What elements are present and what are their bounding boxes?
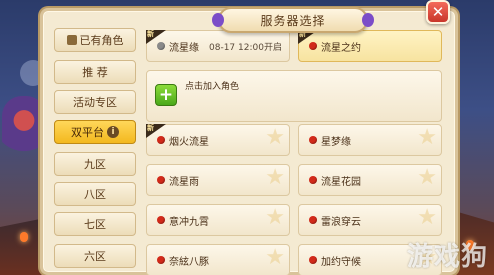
title-ornament-icon — [212, 13, 224, 27]
tab-label: 活动专区 — [73, 96, 117, 109]
open-date: 08-17 12:00开启 — [209, 42, 282, 53]
status-online-icon — [157, 256, 165, 264]
page-title: 服务器选择 — [260, 13, 326, 28]
tab-label: 双平台 — [71, 126, 104, 139]
star-icon: ★ — [265, 125, 285, 150]
status-online-icon — [309, 256, 317, 264]
info-icon[interactable]: i — [107, 126, 119, 138]
status-online-icon — [157, 176, 165, 184]
tab-label: 推 荐 — [82, 66, 108, 79]
server-card[interactable]: 星梦缘 ★ — [298, 124, 442, 156]
server-name: 加约守候 — [321, 256, 361, 268]
close-icon: ✕ — [431, 3, 445, 21]
tab-label: 已有角色 — [79, 34, 124, 47]
status-online-icon — [157, 136, 165, 144]
server-name: 流星缘 — [169, 42, 199, 54]
star-icon: ★ — [265, 245, 285, 270]
server-card-recent[interactable]: 新 流星缘 08-17 12:00开启 — [146, 30, 290, 62]
server-name: 流星雨 — [169, 176, 199, 188]
tab-recommended[interactable]: 推 荐 — [54, 60, 136, 84]
server-card[interactable]: 流星花园 ★ — [298, 164, 442, 196]
tab-zone-7[interactable]: 七区 — [54, 212, 136, 236]
server-card[interactable]: 意冲九霄 ★ — [146, 204, 290, 236]
user-icon — [66, 35, 77, 45]
status-offline-icon — [157, 42, 165, 50]
add-role-label: 点击加入角色 — [185, 82, 240, 92]
tab-events[interactable]: 活动专区 — [54, 90, 136, 114]
server-name: 流星之约 — [321, 42, 361, 54]
server-card[interactable]: 奈絃八豚 ★ — [146, 244, 290, 275]
tab-zone-8[interactable]: 八区 — [54, 182, 136, 206]
star-icon: ★ — [417, 165, 437, 190]
server-name: 奈絃八豚 — [169, 256, 209, 268]
star-icon: ★ — [265, 165, 285, 190]
add-role-card[interactable]: + 点击加入角色 — [146, 70, 442, 122]
server-card[interactable]: 新 烟火流星 ★ — [146, 124, 290, 156]
tab-existing-roles[interactable]: 已有角色 — [54, 28, 136, 52]
tab-label: 六区 — [84, 250, 106, 263]
status-online-icon — [309, 136, 317, 144]
server-name: 意冲九霄 — [169, 216, 209, 228]
server-name: 流星花园 — [321, 176, 361, 188]
tab-dual-platform[interactable]: 双平台 i — [54, 120, 136, 144]
title-plate: 服务器选择 — [212, 7, 374, 33]
status-online-icon — [309, 216, 317, 224]
server-name: 烟火流星 — [169, 136, 209, 148]
server-list: 新 流星缘 08-17 12:00开启 新 流星之约 + 点击加入角色 新 烟火… — [146, 26, 446, 275]
status-online-icon — [309, 42, 317, 50]
tab-label: 七区 — [84, 218, 106, 231]
plus-icon[interactable]: + — [155, 84, 177, 106]
tab-label: 八区 — [84, 188, 106, 201]
star-icon: ★ — [417, 125, 437, 150]
server-name: 星梦缘 — [321, 136, 351, 148]
server-card-recent[interactable]: 新 流星之约 — [298, 30, 442, 62]
star-icon: ★ — [265, 205, 285, 230]
watermark: 游戏狗 — [406, 242, 488, 272]
close-button[interactable]: ✕ — [426, 0, 450, 24]
server-card[interactable]: 雷浪穿云 ★ — [298, 204, 442, 236]
tab-zone-6[interactable]: 六区 — [54, 244, 136, 268]
lantern-decoration — [20, 232, 28, 242]
server-card[interactable]: 流星雨 ★ — [146, 164, 290, 196]
status-online-icon — [309, 176, 317, 184]
tab-zone-9[interactable]: 九区 — [54, 152, 136, 176]
star-icon: ★ — [417, 205, 437, 230]
server-name: 雷浪穿云 — [321, 216, 361, 228]
tab-label: 九区 — [84, 158, 106, 171]
status-online-icon — [157, 216, 165, 224]
title-ornament-icon — [362, 13, 374, 27]
